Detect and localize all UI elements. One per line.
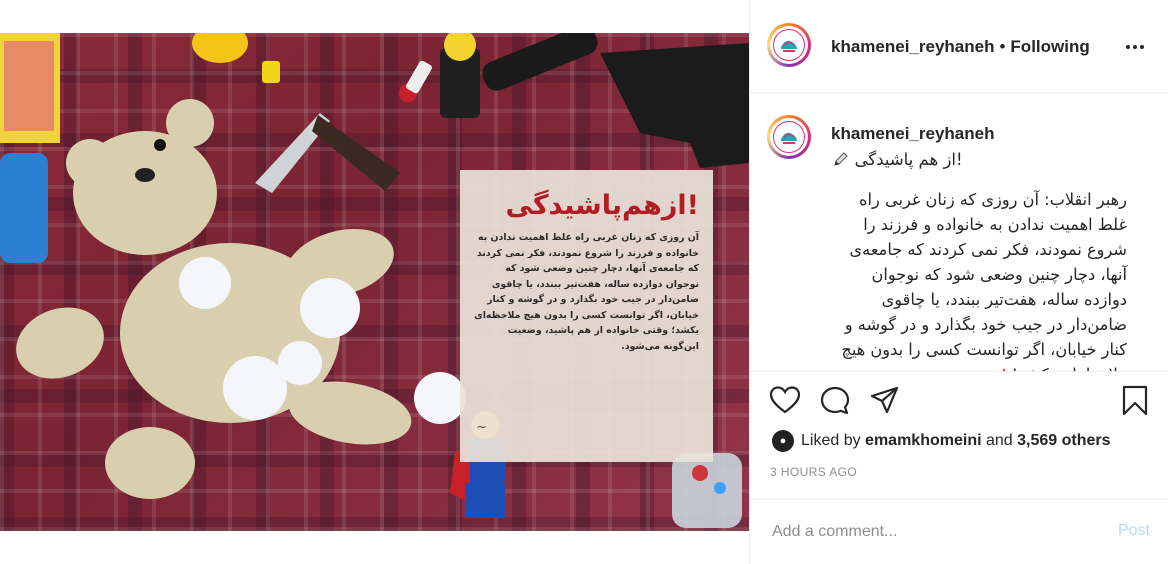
more-horizontal-icon[interactable] <box>1124 36 1146 58</box>
caption-area: khamenei_reyhaneh !از هم پاشیدگی رهبر ان… <box>750 93 1168 371</box>
pencil-icon <box>832 150 850 176</box>
following-button[interactable]: Following <box>1010 37 1089 56</box>
post-timestamp[interactable]: 3 HOURS AGO <box>770 465 857 479</box>
caption-title-line: !از هم پاشیدگی <box>832 147 972 176</box>
heart-icon[interactable] <box>769 386 801 419</box>
signature-logo-icon: ~ <box>476 420 487 435</box>
post-header: khamenei_reyhaneh • Following <box>750 0 1168 93</box>
comment-icon[interactable] <box>820 386 850 421</box>
card-body: آن روزی که زنان غربی راه غلط اهمیت ندادن… <box>474 232 699 352</box>
profile-logo-icon <box>773 29 805 61</box>
profile-logo-icon <box>773 121 805 153</box>
post-image-pane: !ازهم‌پاشیدگی آن روزی که زنان غربی راه غ… <box>0 0 749 564</box>
likes-summary: ● Liked by emamkhomeini and 3,569 others <box>772 429 1111 453</box>
header-username[interactable]: khamenei_reyhaneh <box>831 37 994 56</box>
header-avatar[interactable] <box>767 23 811 67</box>
caption-username[interactable]: khamenei_reyhaneh <box>831 124 994 144</box>
bookmark-icon[interactable] <box>1121 385 1149 422</box>
liker-avatar[interactable]: ● <box>772 430 794 452</box>
duck-toy-shape <box>192 33 248 63</box>
quote-card: !ازهم‌پاشیدگی آن روزی که زنان غربی راه غ… <box>460 170 713 462</box>
likes-prefix: Liked by <box>801 432 861 449</box>
header-username-line: khamenei_reyhaneh • Following <box>831 37 1090 57</box>
toy-gun-shape <box>600 43 749 168</box>
post-photo[interactable]: !ازهم‌پاشیدگی آن روزی که زنان غربی راه غ… <box>0 33 749 531</box>
caption-body: رهبر انقلاب: آن روزی که زنان غربی راه غل… <box>832 187 1127 371</box>
comment-box: Post <box>750 499 1168 564</box>
card-title: !ازهم‌پاشیدگی <box>505 190 699 221</box>
red-triangle-icon <box>996 364 1012 371</box>
send-icon[interactable] <box>870 386 900 419</box>
likes-count[interactable]: 3,569 others <box>1017 432 1110 450</box>
post-info-pane: khamenei_reyhaneh • Following khamenei_r… <box>749 0 1168 564</box>
signature-stamp: ~ <box>476 420 596 450</box>
header-separator: • <box>999 37 1006 56</box>
liker-username[interactable]: emamkhomeini <box>865 432 981 450</box>
likes-joiner: and <box>985 432 1013 449</box>
caption-avatar[interactable] <box>767 115 811 159</box>
post-comment-button[interactable]: Post <box>1118 522 1150 540</box>
comment-input[interactable] <box>770 518 1074 546</box>
caption-title: !از هم پاشیدگی <box>854 150 963 169</box>
caption-body-text: رهبر انقلاب: آن روزی که زنان غربی راه غل… <box>841 190 1127 371</box>
